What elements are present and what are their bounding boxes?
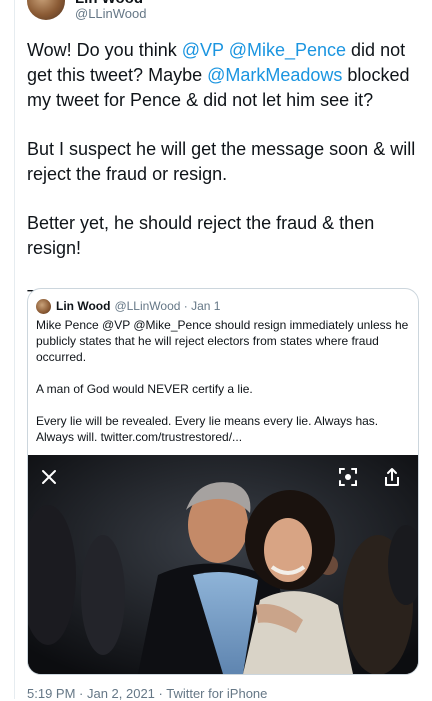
media-image[interactable] [28,455,418,674]
close-button[interactable] [33,461,65,493]
timeline-border [14,0,15,699]
share-icon [385,468,399,486]
tweet-paragraph: Better yet, he should reject the fraud &… [27,211,422,261]
quoted-paragraph: A man of God would NEVER certify a lie. [36,382,253,396]
quoted-paragraph: Mike Pence @VP @Mike_Pence should resign… [36,318,409,364]
avatar[interactable] [27,0,65,20]
quoted-tweet-header: Lin Wood @LLinWood · Jan 1 [36,297,220,315]
mention-link[interactable]: @Mike_Pence [229,40,346,60]
tweet-text: Better yet, he should reject the fraud &… [27,213,375,258]
share-button[interactable] [376,461,408,493]
mention-link[interactable]: @VP [182,40,224,60]
close-icon [42,470,56,484]
author-handle[interactable]: @LLinWood [75,6,147,22]
quoted-tweet-card[interactable]: Lin Wood @LLinWood · Jan 1 Mike Pence @V… [27,288,419,675]
scan-button[interactable] [332,461,364,493]
quoted-handle-date: @LLinWood · Jan 1 [114,299,221,313]
tweet-text: Wow! Do you think [27,40,182,60]
scan-icon [339,468,357,486]
quoted-tweet-text: Mike Pence @VP @Mike_Pence should resign… [36,317,412,461]
tweet-paragraph: But I suspect he will get the message so… [27,137,422,187]
quoted-display-name: Lin Wood [56,299,111,313]
tweet-paragraph: Wow! Do you think @VP @Mike_Pence did no… [27,38,422,113]
quoted-paragraph: Every lie will be revealed. Every lie me… [36,414,379,444]
tweet-text: But I suspect he will get the message so… [27,139,416,184]
quoted-avatar [36,298,51,314]
mention-link[interactable]: @MarkMeadows [207,65,342,85]
